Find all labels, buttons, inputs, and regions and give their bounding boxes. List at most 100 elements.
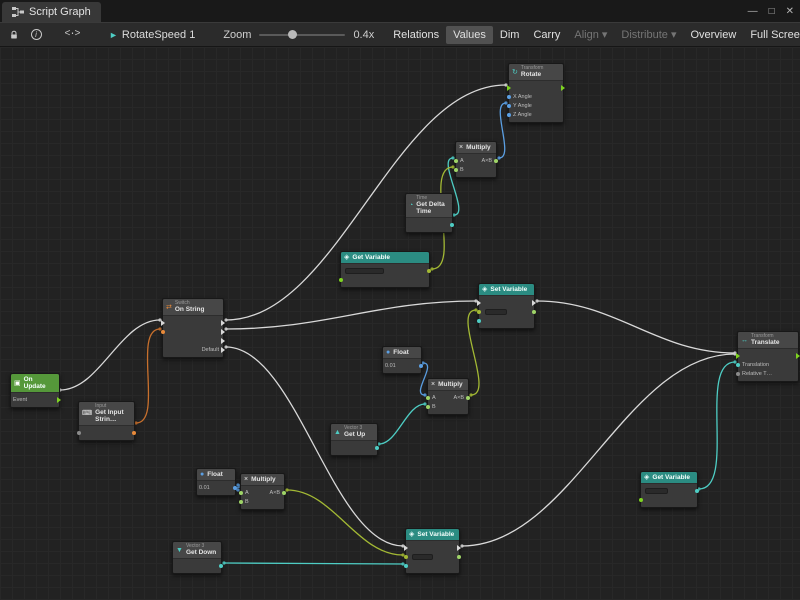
left-port[interactable] [477, 319, 481, 323]
right-port[interactable] [466, 396, 470, 400]
node-get-input-string[interactable]: ⌨InputGet Input Strin… [78, 401, 135, 441]
edge[interactable] [60, 320, 160, 390]
node-title: Set Variable [417, 531, 454, 538]
right-port[interactable] [219, 564, 223, 568]
left-port[interactable] [507, 95, 511, 99]
right-port[interactable] [532, 310, 536, 314]
lock-button[interactable] [3, 25, 25, 45]
right-port[interactable] [494, 159, 498, 163]
left-port[interactable] [161, 320, 165, 326]
node-multiply-top[interactable]: ×MultiplyAA×BB [455, 141, 497, 178]
left-port[interactable] [736, 372, 740, 376]
monitor-icon: ▣ [14, 380, 21, 387]
left-port[interactable] [161, 330, 165, 334]
left-port[interactable] [404, 564, 408, 568]
zoom-slider-thumb[interactable] [288, 30, 297, 39]
left-port[interactable] [404, 555, 408, 559]
left-port[interactable] [736, 363, 740, 367]
right-port[interactable] [419, 364, 423, 368]
close-button[interactable]: ✕ [786, 6, 794, 17]
toolbar-button-dim[interactable]: Dim [493, 26, 527, 44]
maximize-button[interactable]: □ [769, 6, 775, 17]
edge[interactable] [537, 301, 735, 353]
node-get-variable-right[interactable]: ◈Get Variable [640, 471, 698, 508]
edge[interactable] [226, 301, 476, 329]
info-button[interactable]: i [25, 25, 47, 45]
toolbar-button-overview[interactable]: Overview [683, 26, 743, 44]
graph-breadcrumb[interactable]: ► RotateSpeed 1 [109, 29, 195, 41]
right-port[interactable] [457, 555, 461, 559]
node-set-variable-mid[interactable]: ◈Set Variable [478, 283, 535, 329]
left-port[interactable] [426, 396, 430, 400]
right-port[interactable] [450, 223, 454, 227]
node-float-mid[interactable]: ●Float0.01 [382, 346, 422, 374]
node-get-delta-time[interactable]: ◔TimeGet Delta Time [405, 193, 453, 233]
minimize-button[interactable]: — [748, 6, 758, 17]
right-port[interactable] [233, 486, 237, 490]
toolbar-button-full-screen[interactable]: Full Screen [743, 26, 800, 44]
variable-name-field[interactable] [345, 268, 384, 274]
left-port[interactable] [426, 405, 430, 409]
right-port[interactable] [457, 545, 461, 551]
left-port[interactable] [339, 278, 343, 282]
node-vector3-get-up[interactable]: ▲Vector 3Get Up [330, 423, 378, 456]
node-translate[interactable]: ↔TransformTranslateTranslationRelative T… [737, 331, 799, 382]
edge[interactable] [699, 362, 735, 489]
node-rotate[interactable]: ↻TransformRotateX AngleY AngleZ Angle [508, 63, 564, 123]
edit-source-button[interactable]: <·> [61, 25, 83, 45]
left-port[interactable] [239, 500, 243, 504]
right-port[interactable] [796, 353, 800, 359]
right-port[interactable] [221, 347, 225, 353]
right-port[interactable] [221, 320, 225, 326]
node-on-update[interactable]: ▣On UpdateEvent [10, 373, 60, 408]
node-get-variable-top[interactable]: ◈Get Variable [340, 251, 430, 288]
left-port[interactable] [77, 431, 81, 435]
node-set-variable-bottom[interactable]: ◈Set Variable [405, 528, 460, 574]
toolbar-button-carry[interactable]: Carry [526, 26, 567, 44]
toolbar-button-relations[interactable]: Relations [386, 26, 446, 44]
left-port[interactable] [454, 159, 458, 163]
node-float-low[interactable]: ●Float0.01 [196, 468, 236, 496]
node-multiply-low[interactable]: ×MultiplyAA×BB [240, 473, 285, 510]
right-port[interactable] [282, 491, 286, 495]
tab-script-graph[interactable]: Script Graph [2, 2, 101, 22]
right-port[interactable] [427, 269, 431, 273]
left-port[interactable] [454, 168, 458, 172]
right-port[interactable] [221, 338, 225, 344]
left-port[interactable] [404, 545, 408, 551]
node-multiply-mid[interactable]: ×MultiplyAA×BB [427, 378, 469, 415]
left-port[interactable] [477, 310, 481, 314]
right-port[interactable] [561, 85, 565, 91]
left-port[interactable] [639, 498, 643, 502]
right-port[interactable] [375, 446, 379, 450]
right-port[interactable] [695, 489, 699, 493]
left-port[interactable] [477, 300, 481, 306]
left-port[interactable] [507, 104, 511, 108]
port-label: Z Angle [513, 112, 532, 118]
edge[interactable] [136, 329, 160, 423]
port-label: A [432, 395, 436, 401]
edge[interactable] [224, 563, 403, 564]
left-port[interactable] [736, 353, 740, 359]
left-port[interactable] [507, 85, 511, 91]
edge[interactable] [499, 103, 506, 158]
left-port[interactable] [239, 491, 243, 495]
graph-name: RotateSpeed 1 [122, 29, 195, 41]
right-port[interactable] [221, 329, 225, 335]
zoom-slider[interactable] [259, 34, 345, 36]
edge[interactable] [379, 404, 425, 444]
variable-name-field[interactable] [645, 488, 668, 494]
right-port[interactable] [532, 300, 536, 306]
arrow-up-icon: ▲ [334, 429, 341, 436]
left-port[interactable] [507, 113, 511, 117]
variable-name-field[interactable] [412, 554, 433, 560]
node-vector3-get-down[interactable]: ▼Vector 3Get Down [172, 541, 222, 574]
right-port[interactable] [57, 397, 61, 403]
right-port[interactable] [132, 431, 136, 435]
toolbar-button-values[interactable]: Values [446, 26, 493, 44]
graph-canvas[interactable]: ↻TransformRotateX AngleY AngleZ Angle ×Mu… [0, 47, 800, 600]
edge[interactable] [462, 354, 735, 546]
node-switch-on-string[interactable]: ⇄SwitchOn StringDefault [162, 298, 224, 358]
info-icon: i [31, 29, 42, 40]
variable-name-field[interactable] [485, 309, 507, 315]
